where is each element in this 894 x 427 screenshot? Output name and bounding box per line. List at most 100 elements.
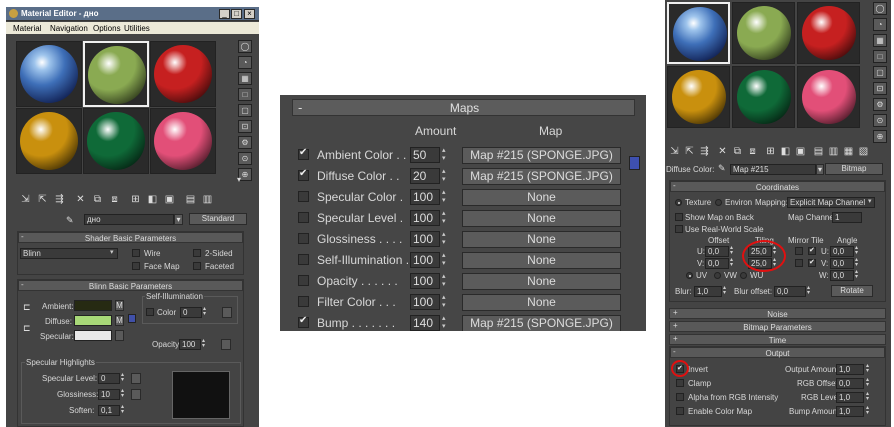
- soften-value[interactable]: 0,1: [98, 405, 120, 416]
- blur-value[interactable]: 1,0: [694, 286, 722, 297]
- output-header[interactable]: Output: [670, 347, 885, 358]
- glossiness-map-button[interactable]: [131, 389, 141, 400]
- map-amount-field[interactable]: 100: [410, 273, 440, 289]
- blur-offset-spinner[interactable]: ▴ ▾: [807, 285, 812, 297]
- material-id-icon[interactable]: ⊞: [763, 145, 778, 159]
- map-channel-value[interactable]: 1: [832, 212, 862, 223]
- soften-spinner[interactable]: ▴ ▾: [121, 404, 126, 416]
- show-end-result-icon[interactable]: ▣: [793, 145, 808, 159]
- vw-radio[interactable]: [714, 272, 721, 279]
- diffuse-color-swatch[interactable]: [74, 315, 112, 326]
- map-amount-spinner[interactable]: ▴ ▾: [442, 189, 446, 205]
- map-slot-button[interactable]: None: [462, 210, 621, 227]
- map-amount-spinner[interactable]: ▴ ▾: [442, 315, 446, 331]
- v-angle-value[interactable]: 0,0: [830, 258, 854, 269]
- go-forward-sibling-icon[interactable]: ▥: [826, 145, 841, 159]
- material-id-icon[interactable]: ⊞: [128, 193, 143, 207]
- self-illum-map-button[interactable]: [222, 307, 232, 318]
- map-enable-checkbox[interactable]: [298, 191, 309, 202]
- map-slot-button[interactable]: None: [462, 273, 621, 290]
- scroll-down-icon[interactable]: ▾: [237, 175, 241, 184]
- environ-radio[interactable]: [715, 199, 722, 206]
- map-enable-checkbox[interactable]: ✔: [298, 315, 309, 328]
- map-slot-button[interactable]: None: [462, 231, 621, 248]
- map-amount-field[interactable]: 50: [410, 147, 440, 163]
- coordinates-header[interactable]: Coordinates: [670, 181, 885, 192]
- sample-slot-dark-green[interactable]: [83, 108, 149, 174]
- put-to-library-icon[interactable]: ⧈: [107, 193, 122, 207]
- glossiness-value[interactable]: 10: [98, 389, 120, 400]
- get-material-icon[interactable]: ⇲: [667, 145, 682, 159]
- maps-header[interactable]: - Maps: [292, 99, 635, 116]
- spec-level-value[interactable]: 0: [98, 373, 120, 384]
- map-link-icon[interactable]: [128, 314, 136, 323]
- time-rollout-header[interactable]: Time: [669, 334, 886, 345]
- blur-spinner[interactable]: ▴ ▾: [723, 285, 728, 297]
- u-offset-value[interactable]: 0,0: [705, 246, 729, 257]
- rgb-offset-spinner[interactable]: ▴ ▾: [866, 377, 871, 389]
- u-offset-spinner[interactable]: ▴ ▾: [730, 245, 735, 257]
- map-slot-button[interactable]: None: [462, 294, 621, 311]
- u-mirror-checkbox[interactable]: [795, 247, 803, 255]
- map-amount-spinner[interactable]: ▴ ▾: [442, 273, 446, 289]
- reset-map-icon[interactable]: ✕: [715, 145, 730, 159]
- map-amount-field[interactable]: 100: [410, 189, 440, 205]
- sample-slot-red[interactable]: [797, 2, 860, 64]
- map-amount-spinner[interactable]: ▴ ▾: [442, 231, 446, 247]
- backlight-icon[interactable]: ◔: [238, 56, 252, 69]
- sample-type-icon[interactable]: ◯: [238, 40, 252, 53]
- self-illum-spinner[interactable]: ▴ ▾: [203, 306, 208, 318]
- put-to-scene-icon[interactable]: ⇱: [35, 193, 50, 207]
- uv-tiling-icon[interactable]: □: [238, 88, 252, 101]
- extra-tool-icon[interactable]: ▧: [856, 145, 871, 159]
- noise-rollout-header[interactable]: Noise: [669, 308, 886, 319]
- mapping-dropdown[interactable]: Explicit Map Channel: [787, 197, 875, 208]
- blur-offset-value[interactable]: 0,0: [774, 286, 806, 297]
- output-amount-spinner[interactable]: ▴ ▾: [866, 363, 871, 375]
- eyedropper-icon[interactable]: ✎: [66, 215, 74, 226]
- assign-to-selection-icon[interactable]: ⇶: [52, 193, 67, 207]
- bump-amount-spinner[interactable]: ▴ ▾: [866, 405, 871, 417]
- sample-slot-green[interactable]: [732, 2, 795, 64]
- sample-slot-ochre[interactable]: [667, 66, 730, 128]
- u-tile-checkbox[interactable]: ✔: [808, 247, 816, 255]
- map-amount-spinner[interactable]: ▴ ▾: [442, 147, 446, 163]
- spec-level-spinner[interactable]: ▴ ▾: [121, 372, 126, 384]
- go-to-parent-icon[interactable]: ▤: [183, 193, 198, 207]
- map-slot-button[interactable]: Map #215 (SPONGE.JPG): [462, 315, 621, 331]
- map-enable-checkbox[interactable]: ✔: [298, 168, 309, 181]
- material-name-field[interactable]: дно: [84, 214, 174, 225]
- sample-slot-green[interactable]: [83, 41, 149, 107]
- face-map-checkbox[interactable]: [132, 262, 140, 270]
- v-offset-spinner[interactable]: ▴ ▾: [730, 257, 735, 269]
- alpha-from-rgb-checkbox[interactable]: [676, 393, 684, 401]
- maximize-button[interactable]: □: [231, 9, 242, 19]
- select-by-material-icon[interactable]: ⊙: [238, 152, 252, 165]
- map-enable-checkbox[interactable]: [298, 296, 309, 307]
- sample-slot-pink[interactable]: [797, 66, 860, 128]
- video-check-icon[interactable]: ▢: [238, 104, 252, 117]
- map-enable-checkbox[interactable]: [298, 233, 309, 244]
- go-to-parent-icon[interactable]: ▤: [811, 145, 826, 159]
- eyedropper-icon[interactable]: ✎: [718, 163, 726, 174]
- map-amount-field[interactable]: 100: [410, 252, 440, 268]
- shader-type-dropdown[interactable]: Blinn: [20, 248, 118, 259]
- output-amount-value[interactable]: 1,0: [836, 364, 864, 375]
- rgb-level-value[interactable]: 1,0: [836, 392, 864, 403]
- uv-tiling-icon[interactable]: □: [873, 50, 887, 63]
- menu-navigation[interactable]: Navigation: [50, 24, 88, 33]
- blinn-rollout-header[interactable]: Blinn Basic Parameters: [18, 280, 243, 291]
- show-end-result-icon[interactable]: ▣: [162, 193, 177, 207]
- options-icon[interactable]: ⚙: [873, 98, 887, 111]
- glossiness-spinner[interactable]: ▴ ▾: [121, 388, 126, 400]
- material-name-dropdown[interactable]: ▾: [174, 214, 183, 225]
- u-angle-spinner[interactable]: ▴ ▾: [855, 245, 860, 257]
- spec-level-map-button[interactable]: [131, 373, 141, 384]
- map-link-icon[interactable]: [629, 156, 640, 170]
- texture-radio[interactable]: [675, 199, 682, 206]
- backlight-icon[interactable]: ◔: [873, 18, 887, 31]
- make-unique-icon[interactable]: ⧉: [90, 193, 105, 207]
- specular-map-button[interactable]: [115, 330, 124, 341]
- map-amount-field[interactable]: 20: [410, 168, 440, 184]
- bitmap-rollout-header[interactable]: Bitmap Parameters: [669, 321, 886, 332]
